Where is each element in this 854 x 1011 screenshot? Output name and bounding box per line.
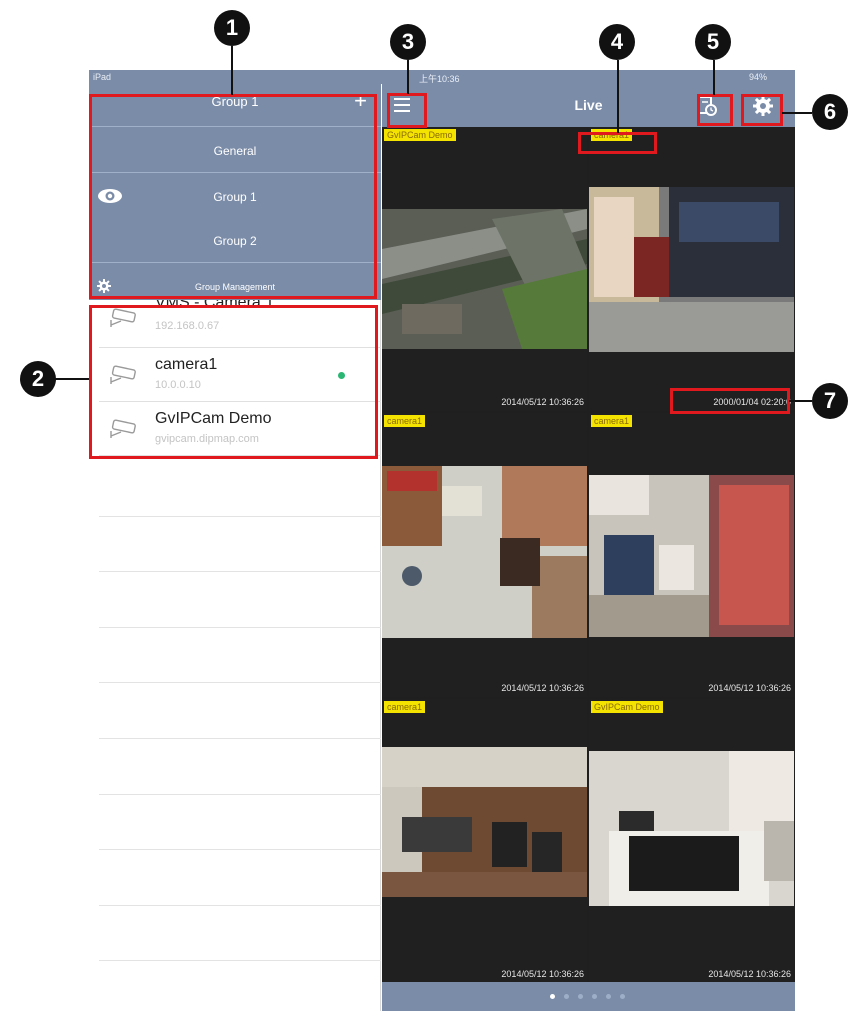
highlight-group-menu	[89, 94, 377, 299]
live-nav-bar: Live	[382, 84, 795, 127]
camera-tile[interactable]: GvIPCam Demo 2014/05/12 10:36:26	[589, 699, 794, 983]
callout-line	[617, 60, 619, 133]
camera-label: GvIPCam Demo	[384, 129, 456, 141]
highlight-settings-button	[741, 94, 783, 126]
timestamp: 2014/05/12 10:36:26	[708, 683, 791, 693]
callout-badge: 5	[695, 24, 731, 60]
page-dot[interactable]	[564, 994, 569, 999]
page-indicator[interactable]	[382, 982, 795, 1011]
video-feed	[382, 747, 587, 897]
callout-line	[55, 378, 89, 380]
page-dot[interactable]	[620, 994, 625, 999]
video-feed	[382, 209, 587, 349]
callout-line	[407, 60, 409, 94]
live-view: Live GvIPCam Demo 2014/05/12 10:36:26 ca…	[382, 84, 795, 1011]
callout-badge: 7	[812, 383, 848, 419]
page-dot[interactable]	[550, 994, 555, 999]
video-feed	[382, 466, 587, 638]
callout-line	[713, 60, 715, 95]
callout-line	[231, 46, 233, 95]
list-divider	[99, 905, 381, 906]
timestamp: 2014/05/12 10:36:26	[501, 397, 584, 407]
battery-level: 94%	[749, 72, 768, 82]
list-divider	[99, 960, 381, 961]
page-dot[interactable]	[578, 994, 583, 999]
page-title: Live	[574, 97, 603, 113]
callout-badge: 6	[812, 94, 848, 130]
camera-label: camera1	[591, 415, 633, 427]
status-bar: iPad 上午10:36 94%	[89, 70, 795, 84]
timestamp: 2014/05/12 10:36:26	[501, 683, 584, 693]
highlight-playback-button	[697, 94, 733, 126]
camera-label: GvIPCam Demo	[591, 701, 663, 713]
page-dot[interactable]	[606, 994, 611, 999]
camera-tile[interactable]: camera1 2014/05/12 10:36:26	[589, 413, 794, 697]
camera-tile[interactable]: GvIPCam Demo 2014/05/12 10:36:26	[382, 127, 587, 411]
callout-badge: 1	[214, 10, 250, 46]
highlight-camera-list	[89, 305, 378, 459]
list-divider	[99, 794, 381, 795]
video-feed	[589, 751, 794, 906]
list-divider	[99, 849, 381, 850]
device-label: iPad	[93, 72, 112, 82]
timestamp: 2014/05/12 10:36:26	[708, 969, 791, 979]
list-divider	[99, 627, 381, 628]
camera-tile[interactable]: camera1 2014/05/12 10:36:26	[382, 413, 587, 697]
callout-badge: 3	[390, 24, 426, 60]
highlight-timestamp	[670, 388, 790, 414]
camera-label: camera1	[384, 701, 426, 713]
list-divider	[99, 516, 381, 517]
page-dot[interactable]	[592, 994, 597, 999]
highlight-camera-label	[578, 132, 657, 154]
list-divider	[99, 682, 381, 683]
video-feed	[589, 187, 794, 352]
callout-line	[782, 112, 812, 114]
highlight-menu-button	[387, 93, 427, 128]
camera-grid: GvIPCam Demo 2014/05/12 10:36:26 camera1…	[382, 127, 795, 983]
timestamp: 2014/05/12 10:36:26	[501, 969, 584, 979]
camera-label: camera1	[384, 415, 426, 427]
list-divider	[99, 738, 381, 739]
video-feed	[589, 475, 794, 637]
callout-badge: 2	[20, 361, 56, 397]
callout-badge: 4	[599, 24, 635, 60]
camera-tile[interactable]: camera1 2014/05/12 10:36:26	[382, 699, 587, 983]
list-divider	[99, 571, 381, 572]
callout-line	[789, 400, 812, 402]
camera-tile[interactable]: camera1 2000/01/04 02:20:0	[589, 127, 794, 411]
